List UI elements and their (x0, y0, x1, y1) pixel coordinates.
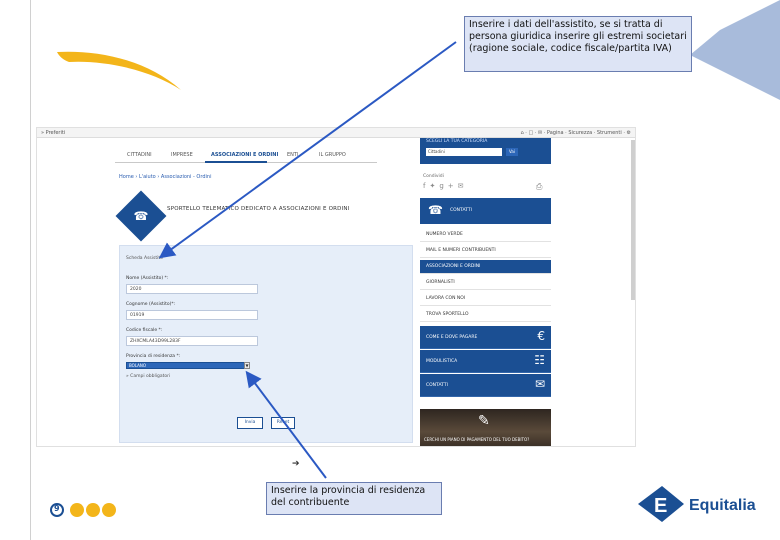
page-number: 9 (54, 504, 60, 513)
arrow-to-form (158, 41, 457, 259)
indicator-dot (70, 503, 84, 517)
callout-provincia: Inserire la provincia di residenza del c… (266, 482, 442, 515)
arrow-to-province (245, 370, 327, 479)
svg-text:E: E (654, 495, 667, 517)
brand-name: Equitalia (689, 497, 756, 514)
callout-arrows (158, 41, 457, 479)
indicator-dot (102, 503, 116, 517)
cursor-icon: ➔ (292, 459, 300, 469)
slide: Inserire i dati dell'assistito, se si tr… (0, 0, 780, 540)
callout-provincia-text: Inserire la provincia di residenza del c… (271, 485, 426, 508)
indicator-dot (86, 503, 100, 517)
equitalia-logo-icon: E (638, 486, 684, 522)
page-number-badge: 9 (50, 503, 64, 517)
